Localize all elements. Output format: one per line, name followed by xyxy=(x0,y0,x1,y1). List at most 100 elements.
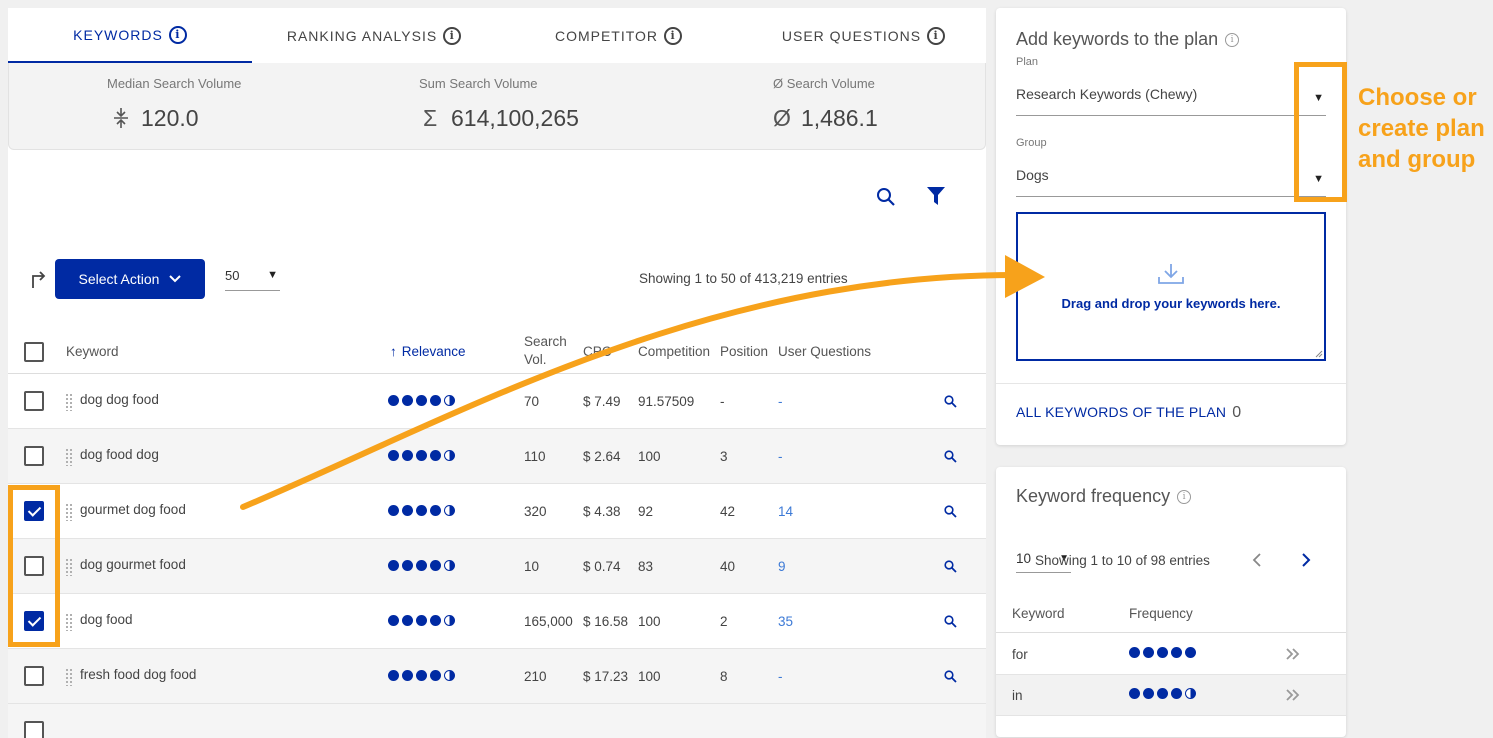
table-header: Keyword ↑ Relevance Search Vol. CPC Compe… xyxy=(8,318,986,374)
relevance-dot xyxy=(1185,647,1196,658)
position-cell: 8 xyxy=(720,669,728,684)
plan-select[interactable]: Research Keywords (Chewy) ▼ xyxy=(1016,86,1326,116)
tab-user-questions[interactable]: USER QUESTIONS i xyxy=(741,8,986,63)
info-icon[interactable]: i xyxy=(443,26,462,45)
export-arrow-icon[interactable] xyxy=(29,269,49,289)
search-icon[interactable] xyxy=(944,615,957,628)
search-icon[interactable] xyxy=(944,450,957,463)
chevron-left-icon[interactable] xyxy=(1251,553,1263,567)
relevance-dot xyxy=(402,395,413,406)
info-icon[interactable]: i xyxy=(1177,489,1192,504)
relevance-dot xyxy=(416,560,427,571)
info-icon[interactable]: i xyxy=(927,26,946,45)
drag-handle-icon[interactable] xyxy=(65,613,73,631)
keyword-cell: fresh food dog food xyxy=(80,667,197,682)
download-icon xyxy=(1158,264,1184,284)
group-select[interactable]: Dogs ▼ xyxy=(1016,167,1326,197)
table-row[interactable]: dog food dog 110 $ 2.64 100 3 - xyxy=(8,429,986,484)
drag-handle-icon[interactable] xyxy=(65,558,73,576)
user-questions-cell[interactable]: - xyxy=(778,449,783,464)
drag-handle-icon[interactable] xyxy=(65,668,73,686)
table-row[interactable]: dog gourmet food 10 $ 0.74 83 40 9 xyxy=(8,539,986,594)
relevance-dot xyxy=(430,670,441,681)
tab-ranking-analysis[interactable]: RANKING ANALYSIS i xyxy=(252,8,496,63)
row-checkbox[interactable] xyxy=(24,446,44,466)
frequency-header: Keyword Frequency xyxy=(996,593,1346,633)
per-page-select[interactable]: 50 ▼ xyxy=(225,268,280,291)
competition-cell: 92 xyxy=(638,504,654,519)
stat-value-median: 120.0 xyxy=(107,105,199,132)
cpc-cell: $ 16.58 xyxy=(583,614,629,629)
freq-header-keyword[interactable]: Keyword xyxy=(1012,606,1065,621)
table-row[interactable]: fresh food dog food 210 $ 17.23 100 8 - xyxy=(8,649,986,704)
drag-handle-icon[interactable] xyxy=(65,448,73,466)
relevance-dot xyxy=(402,450,413,461)
relevance-dot xyxy=(388,395,399,406)
annotation-box-selects xyxy=(1294,62,1347,202)
frequency-row[interactable]: in xyxy=(996,675,1346,716)
row-checkbox[interactable] xyxy=(24,721,44,738)
user-questions-cell[interactable]: 9 xyxy=(778,559,786,574)
table-row[interactable]: dog food 165,000 $ 16.58 100 2 35 xyxy=(8,594,986,649)
cpc-cell: $ 0.74 xyxy=(583,559,621,574)
freq-header-frequency[interactable]: Frequency xyxy=(1129,606,1193,621)
showing-entries: Showing 1 to 50 of 413,219 entries xyxy=(639,271,848,286)
search-icon[interactable] xyxy=(944,505,957,518)
table-row[interactable] xyxy=(8,704,986,738)
keyword-cell: dog gourmet food xyxy=(80,557,186,572)
group-label: Group xyxy=(1016,137,1047,149)
info-icon[interactable]: i xyxy=(1225,32,1240,47)
drag-handle-icon[interactable] xyxy=(65,393,73,411)
header-relevance[interactable]: ↑ Relevance xyxy=(390,344,466,359)
competition-cell: 100 xyxy=(638,449,661,464)
user-questions-cell[interactable]: - xyxy=(778,669,783,684)
header-cpc[interactable]: CPC xyxy=(583,344,612,359)
relevance-dot xyxy=(416,450,427,461)
header-search-vol[interactable]: Search Vol. xyxy=(524,333,567,369)
info-icon[interactable]: i xyxy=(664,26,683,45)
row-checkbox[interactable] xyxy=(24,391,44,411)
header-position[interactable]: Position xyxy=(720,344,768,359)
chevron-right-icon[interactable] xyxy=(1300,553,1312,567)
header-competition[interactable]: Competition xyxy=(638,344,710,359)
info-icon[interactable]: i xyxy=(168,25,187,44)
frequency-row[interactable]: for xyxy=(996,634,1346,675)
relevance-dot xyxy=(1143,688,1154,699)
table-row[interactable]: gourmet dog food 320 $ 4.38 92 42 14 xyxy=(8,484,986,539)
keyword-dropzone[interactable]: Drag and drop your keywords here. xyxy=(1016,212,1326,361)
tab-competitor[interactable]: COMPETITOR i xyxy=(496,8,741,63)
header-keyword[interactable]: Keyword xyxy=(66,344,119,359)
relevance-dot xyxy=(444,615,455,626)
relevance-dot xyxy=(430,615,441,626)
cpc-cell: $ 7.49 xyxy=(583,394,621,409)
double-chevron-right-icon[interactable] xyxy=(1286,688,1300,702)
relevance-dot xyxy=(402,505,413,516)
header-user-questions[interactable]: User Questions xyxy=(778,344,871,359)
search-icon[interactable] xyxy=(944,670,957,683)
relevance-dot xyxy=(430,395,441,406)
filter-icon[interactable] xyxy=(927,187,945,205)
resize-handle-icon[interactable] xyxy=(1315,350,1323,358)
row-checkbox[interactable] xyxy=(24,666,44,686)
tab-keywords[interactable]: KEYWORDS i xyxy=(8,8,252,64)
relevance-dot xyxy=(444,560,455,571)
competition-cell: 83 xyxy=(638,559,654,574)
relevance-dot xyxy=(444,395,455,406)
drag-handle-icon[interactable] xyxy=(65,503,73,521)
select-action-button[interactable]: Select Action xyxy=(55,259,205,299)
user-questions-cell[interactable]: 35 xyxy=(778,614,793,629)
select-all-checkbox[interactable] xyxy=(24,342,44,362)
user-questions-cell[interactable]: - xyxy=(778,394,783,409)
dropdown-arrow-icon: ▼ xyxy=(267,269,278,281)
search-icon[interactable] xyxy=(944,395,957,408)
position-cell: - xyxy=(720,394,725,409)
user-questions-cell[interactable]: 14 xyxy=(778,504,793,519)
search-icon[interactable] xyxy=(876,187,896,207)
stat-label-median: Median Search Volume xyxy=(107,76,242,91)
search-icon[interactable] xyxy=(944,560,957,573)
relevance-dot xyxy=(402,615,413,626)
double-chevron-right-icon[interactable] xyxy=(1286,647,1300,661)
relevance-dot xyxy=(1171,647,1182,658)
all-keywords-link[interactable]: ALL KEYWORDS OF THE PLAN 0 xyxy=(1016,404,1241,422)
table-row[interactable]: dog dog food 70 $ 7.49 91.57509 - - xyxy=(8,374,986,429)
